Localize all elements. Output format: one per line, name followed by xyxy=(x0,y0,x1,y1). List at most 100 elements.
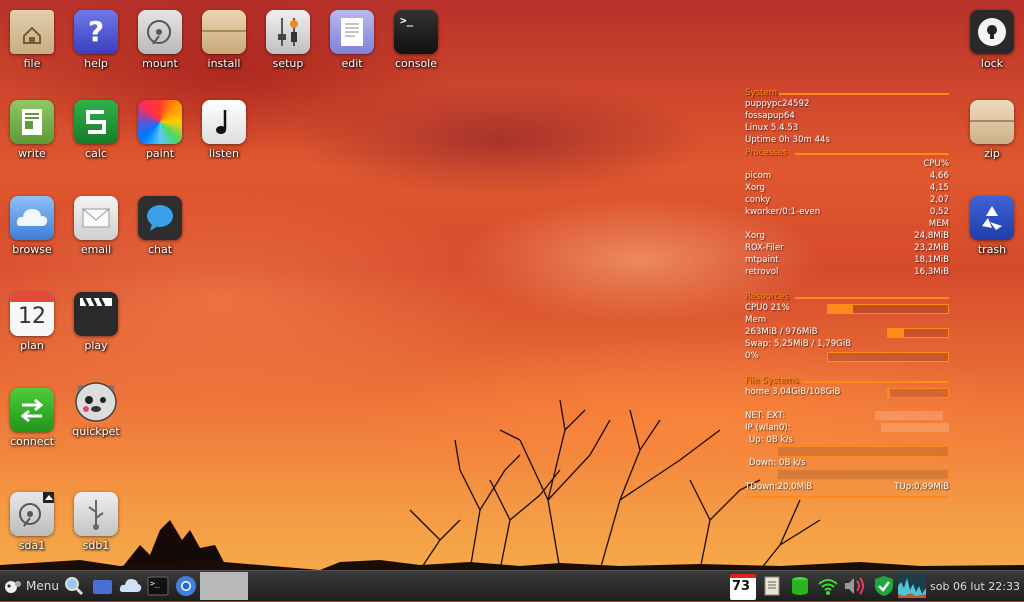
process-name: picom xyxy=(745,171,772,181)
desktop-icon-label: help xyxy=(84,57,108,70)
desktop-icon-label: connect xyxy=(10,435,54,448)
swap-percent: 0% xyxy=(745,351,759,361)
clock[interactable]: sob 06 lut 22:33 xyxy=(930,574,1024,598)
desktop-icon-lock[interactable]: lock xyxy=(962,10,1022,70)
file-manager-launcher[interactable] xyxy=(90,574,114,598)
clipboard-icon xyxy=(764,576,780,596)
terminal-launcher[interactable]: >_ xyxy=(146,574,170,598)
kernel: Linux 5.4.53 xyxy=(745,123,799,133)
desktop-icon-listen[interactable]: listen xyxy=(194,100,254,160)
desktop-icon-label: write xyxy=(18,147,46,160)
desktop-icon-setup[interactable]: setup xyxy=(258,10,318,70)
distro: fossapup64 xyxy=(745,111,795,121)
process-name: conky xyxy=(745,195,771,205)
desktop-icon-sda1[interactable]: sda1 xyxy=(2,491,62,552)
web-browser-icon xyxy=(176,576,196,596)
process-name: Xorg xyxy=(745,183,765,193)
chrome-launcher[interactable] xyxy=(174,574,198,598)
cpu-column-label: CPU% xyxy=(923,159,949,169)
process-row: ROX-Filer 23,2MiB xyxy=(745,242,949,254)
process-row: Xorg 24,8MiB xyxy=(745,230,949,242)
ip-wlan0: IP (wlan0): xyxy=(745,423,791,433)
desktop-icon-label: calc xyxy=(85,147,107,160)
section-processes: Processes xyxy=(745,147,949,158)
desktop-icon-label: chat xyxy=(147,243,173,256)
music-note-icon xyxy=(202,100,246,144)
desktop-icon-paint[interactable]: paint xyxy=(130,100,190,160)
desktop-icon-file[interactable]: file xyxy=(2,10,62,70)
net-ext-value-bg xyxy=(875,411,943,420)
swap-usage: Swap: 5,25MiB / 1,79GiB xyxy=(745,339,852,349)
desktop-icon-label: plan xyxy=(20,339,44,352)
desktop-icon-help[interactable]: ? help xyxy=(66,10,126,70)
volume-tray[interactable] xyxy=(842,574,868,598)
desktop-icon-trash[interactable]: trash xyxy=(962,196,1022,256)
section-header: Processes xyxy=(745,148,788,158)
puppy-dog-icon xyxy=(74,378,118,422)
desktop-icon-mount[interactable]: mount xyxy=(130,10,190,70)
svg-text:>_: >_ xyxy=(150,579,160,588)
desktop-icon-plan[interactable]: 12 plan xyxy=(2,292,62,352)
desktop-icon-quickpet[interactable]: quickpet xyxy=(66,378,126,438)
process-row: picom 4,66 xyxy=(745,170,949,182)
clapperboard-icon xyxy=(74,292,118,336)
recycle-icon xyxy=(970,196,1014,240)
drive-tray[interactable] xyxy=(788,574,812,598)
desktop-icon-install[interactable]: install xyxy=(194,10,254,70)
net-up-graph xyxy=(777,446,949,457)
desktop-icon-label: mount xyxy=(142,57,178,70)
conky-bottom-rule xyxy=(745,496,949,498)
process-value: 4,15 xyxy=(929,183,949,193)
chat-bubble-icon xyxy=(138,196,182,240)
desktop-icon-chat[interactable]: chat xyxy=(130,196,190,256)
search-launcher[interactable] xyxy=(62,574,86,598)
terminal-icon: >_ xyxy=(147,576,169,596)
net-down-graph xyxy=(777,469,949,480)
desktop-icon-write[interactable]: write xyxy=(2,100,62,160)
wifi-tray[interactable] xyxy=(816,574,840,598)
desktop-icon-label: edit xyxy=(341,57,363,70)
process-row: Xorg 4,15 xyxy=(745,182,949,194)
desktop-icon-label: paint xyxy=(145,147,175,160)
cpu0-usage: CPU0 21% xyxy=(745,303,790,313)
cloud-icon xyxy=(119,579,142,592)
browser-launcher[interactable] xyxy=(118,574,142,598)
process-value: 2,07 xyxy=(929,195,949,205)
clipboard-tray[interactable] xyxy=(762,574,782,598)
process-value: 18,1MiB xyxy=(914,255,949,265)
desktop-icon-browse[interactable]: browse xyxy=(2,196,62,256)
desktop-icon-zip[interactable]: zip xyxy=(962,100,1022,160)
cpu0-bar xyxy=(827,304,949,314)
update-badge: 73 xyxy=(732,579,751,594)
search-icon xyxy=(65,577,84,596)
process-name: ROX-Filer xyxy=(745,243,784,253)
desktop-icon-edit[interactable]: edit xyxy=(322,10,382,70)
terminal-icon: >_ xyxy=(394,10,438,54)
home-usage: home 3,04GiB/108GiB xyxy=(745,387,841,397)
desktop-icon-email[interactable]: email xyxy=(66,196,126,256)
net-ext: NET: EXT: xyxy=(745,411,786,421)
desktop-icon-sdb1[interactable]: sdb1 xyxy=(66,492,126,552)
shield-icon xyxy=(875,576,893,596)
cloud-browser-icon xyxy=(10,196,54,240)
calendar-day: 12 xyxy=(18,304,46,329)
firewall-tray[interactable] xyxy=(872,574,896,598)
total-down: TDown:20,0MiB xyxy=(745,482,813,492)
desktop-icon-play[interactable]: play xyxy=(66,292,126,352)
process-value: 24,8MiB xyxy=(914,231,949,241)
calendar-icon: 12 xyxy=(10,292,54,336)
menu-button[interactable]: Menu xyxy=(2,574,60,598)
desktop-icon-calc[interactable]: calc xyxy=(66,100,126,160)
desktop-icon-label: listen xyxy=(209,147,239,160)
desktop-icon-label: install xyxy=(207,57,241,70)
desktop-icon-console[interactable]: >_ console xyxy=(386,10,446,70)
cpu-graph-icon xyxy=(898,578,926,598)
update-tray[interactable]: 73 xyxy=(730,574,756,600)
desktop-icon-label: sdb1 xyxy=(82,539,110,552)
desktop-icon-connect[interactable]: connect xyxy=(2,388,62,448)
active-task-button[interactable] xyxy=(200,572,248,600)
process-value: 4,66 xyxy=(929,171,949,181)
envelope-icon xyxy=(74,196,118,240)
process-name: kworker/0:1-even xyxy=(745,207,821,217)
spreadsheet-calc-icon xyxy=(74,100,118,144)
